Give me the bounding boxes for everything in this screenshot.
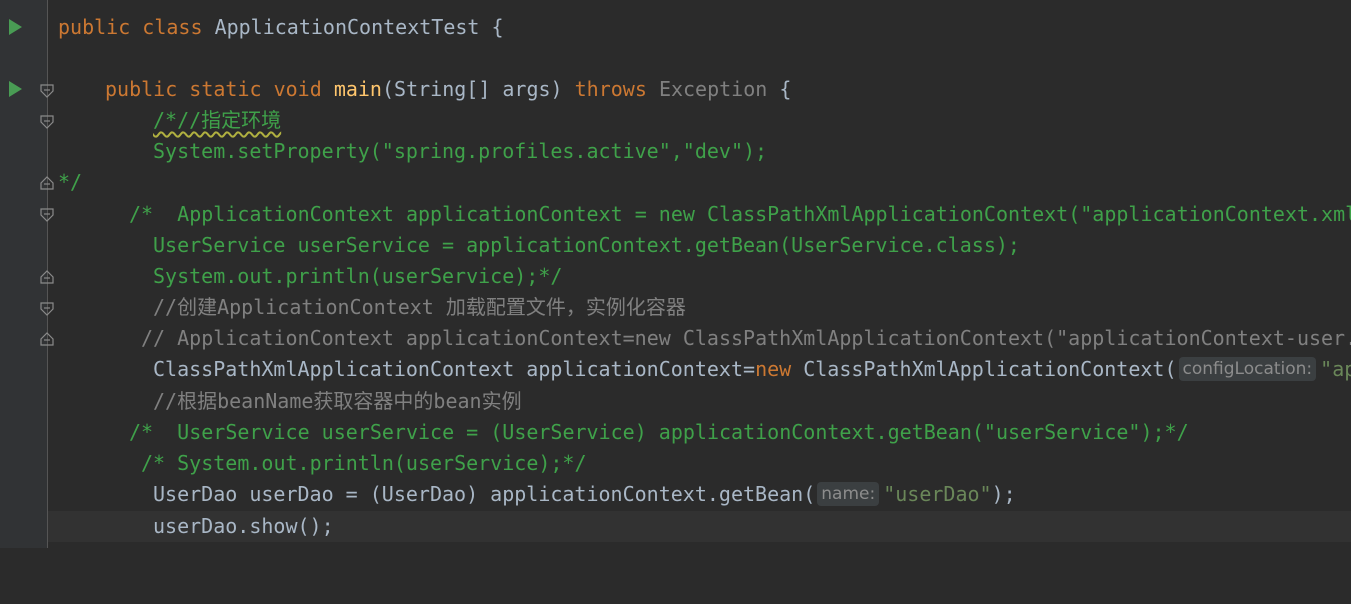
code-line-10[interactable]: // ApplicationContext applicationContext…	[48, 323, 1351, 354]
code-text: );	[991, 482, 1016, 506]
string-literal: "userDao"	[883, 482, 992, 506]
line-comment: //创建ApplicationContext 加载配置文件，实例化容器	[153, 295, 686, 319]
comment-text: System.setProperty("spring.profiles.acti…	[153, 139, 768, 163]
keyword: void	[273, 77, 322, 101]
run-class-icon[interactable]	[9, 19, 22, 35]
keyword: throws	[574, 77, 647, 101]
code-line-5[interactable]: */	[48, 167, 1351, 198]
code-line-12[interactable]: //根据beanName获取容器中的bean实例	[48, 386, 1351, 417]
code-line-4[interactable]: System.setProperty("spring.profiles.acti…	[48, 136, 1351, 167]
comment-text: /* System.out.println(userService);*/	[141, 451, 587, 475]
comment-text: /* ApplicationContext applicationContext…	[129, 202, 1351, 226]
code-line-7[interactable]: UserService userService = applicationCon…	[48, 230, 1351, 261]
code-line-11[interactable]: ClassPathXmlApplicationContext applicati…	[48, 354, 1351, 385]
exception-type: Exception	[658, 77, 768, 101]
code-text: ClassPathXmlApplicationContext(	[791, 357, 1177, 381]
line-comment: // ApplicationContext applicationContext…	[141, 326, 1351, 350]
code-text: ClassPathXmlApplicationContext applicati…	[153, 357, 756, 381]
code-text: userDao.show();	[153, 514, 334, 538]
method-name: main	[333, 77, 382, 101]
comment-text: /* UserService userService = (UserServic…	[129, 420, 1189, 444]
code-editor[interactable]: public class ApplicationContextTest { pu…	[48, 0, 1351, 548]
comment-text: /*//指定环境	[153, 108, 282, 132]
code-text: UserDao userDao = (UserDao) applicationC…	[153, 482, 816, 506]
params: (String[] args)	[381, 77, 575, 101]
comment-text: System.out.println(userService);*/	[153, 264, 563, 288]
parameter-hint: name:	[817, 481, 880, 506]
brace: {	[479, 15, 504, 39]
class-name: ApplicationContextTest	[214, 15, 480, 39]
code-line-8[interactable]: System.out.println(userService);*/	[48, 261, 1351, 292]
code-line-14[interactable]: /* System.out.println(userService);*/	[48, 448, 1351, 479]
comment-text: UserService userService = applicationCon…	[153, 233, 1020, 257]
line-comment: //根据beanName获取容器中的bean实例	[153, 389, 522, 413]
keyword: public	[105, 77, 178, 101]
code-line-6[interactable]: /* ApplicationContext applicationContext…	[48, 199, 1351, 230]
code-line-1[interactable]: public class ApplicationContextTest {	[48, 12, 1351, 43]
keyword: class	[142, 15, 203, 39]
code-line-13[interactable]: /* UserService userService = (UserServic…	[48, 417, 1351, 448]
parameter-hint: configLocation:	[1178, 356, 1317, 381]
run-main-icon[interactable]	[9, 81, 22, 97]
code-line-2[interactable]: public static void main(String[] args) t…	[48, 74, 1351, 105]
brace: {	[767, 77, 792, 101]
code-line-16[interactable]: userDao.show();	[48, 511, 1351, 542]
code-line-9[interactable]: //创建ApplicationContext 加载配置文件，实例化容器	[48, 292, 1351, 323]
keyword: static	[189, 77, 262, 101]
string-literal: "ap	[1320, 357, 1351, 381]
comment-text: */	[58, 170, 83, 194]
keyword: new	[755, 357, 792, 381]
keyword: public	[58, 15, 131, 39]
code-line-3[interactable]: /*//指定环境	[48, 105, 1351, 136]
code-line-15[interactable]: UserDao userDao = (UserDao) applicationC…	[48, 479, 1351, 510]
